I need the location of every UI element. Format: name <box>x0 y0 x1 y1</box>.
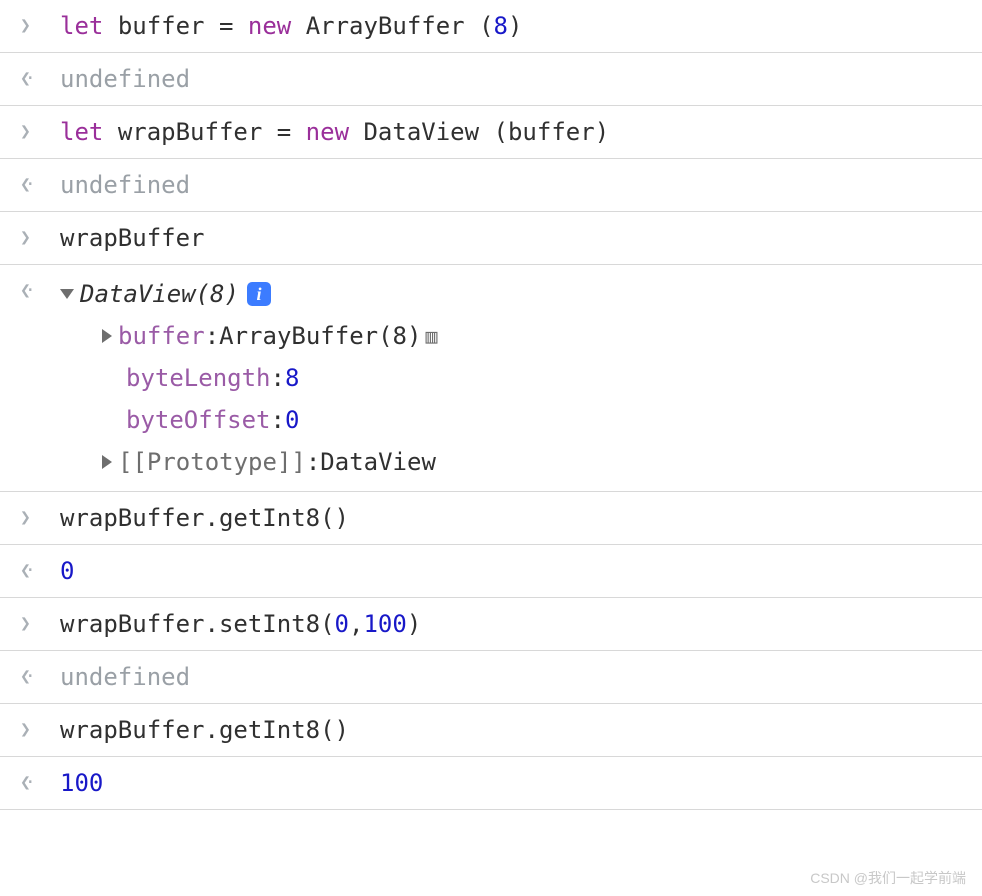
keyword-new: new <box>306 118 349 146</box>
input-marker-icon <box>20 712 60 740</box>
code-line: wrapBuffer <box>60 220 962 256</box>
output-marker-icon <box>20 553 60 581</box>
paren-open: ( <box>479 12 493 40</box>
constructor-name: ArrayBuffer <box>306 12 465 40</box>
operator-eq: = <box>277 118 306 146</box>
keyword-let: let <box>60 118 103 146</box>
keyword-new: new <box>248 12 291 40</box>
console-output-row: DataView(8) i buffer: ArrayBuffer(8) ▥ b… <box>0 265 982 492</box>
tree-head[interactable]: DataView(8) i <box>60 273 962 315</box>
input-marker-icon <box>20 220 60 248</box>
input-marker-icon <box>20 8 60 36</box>
number-value: 100 <box>60 765 962 801</box>
object-summary: DataView(8) <box>80 276 239 312</box>
prop-value: ArrayBuffer(8) <box>219 318 421 354</box>
tree-prop[interactable]: buffer: ArrayBuffer(8) ▥ <box>60 315 962 357</box>
memory-icon[interactable]: ▥ <box>425 321 437 351</box>
console-output-row: 100 <box>0 757 982 810</box>
console-input-row[interactable]: wrapBuffer <box>0 212 982 265</box>
tree-prop[interactable]: [[Prototype]]: DataView <box>60 441 962 483</box>
paren-open: ( <box>494 118 508 146</box>
code-line: let buffer = new ArrayBuffer (8) <box>60 8 962 44</box>
output-marker-icon <box>20 61 60 89</box>
undefined-value: undefined <box>60 61 962 97</box>
paren-open: ( <box>320 610 334 638</box>
identifier-arg: buffer <box>508 118 595 146</box>
input-marker-icon <box>20 500 60 528</box>
chevron-down-icon[interactable] <box>60 289 74 299</box>
console-output-row: undefined <box>0 651 982 704</box>
output-marker-icon <box>20 659 60 687</box>
output-marker-icon <box>20 167 60 195</box>
output-marker-icon <box>20 273 60 301</box>
identifier: wrapBuffer <box>118 118 263 146</box>
tree-prop: byteOffset: 0 <box>60 399 962 441</box>
comma: , <box>349 610 363 638</box>
prop-value: DataView <box>320 444 436 480</box>
object-tree: DataView(8) i buffer: ArrayBuffer(8) ▥ b… <box>60 273 962 483</box>
tree-prop: byteLength: 8 <box>60 357 962 399</box>
method-name: .setInt8 <box>205 610 321 638</box>
code-line: wrapBuffer.getInt8() <box>60 500 962 536</box>
prop-value: 0 <box>285 402 299 438</box>
console-input-row[interactable]: wrapBuffer.getInt8() <box>0 492 982 545</box>
paren-close: ) <box>407 610 421 638</box>
input-marker-icon <box>20 606 60 634</box>
console-output-row: 0 <box>0 545 982 598</box>
chevron-right-icon[interactable] <box>102 455 112 469</box>
prop-name: buffer <box>118 318 205 354</box>
code-line: wrapBuffer.getInt8() <box>60 712 962 748</box>
info-icon[interactable]: i <box>247 282 271 306</box>
watermark-text: CSDN @我们一起学前端 <box>810 868 966 888</box>
console-input-row[interactable]: wrapBuffer.setInt8(0,100) <box>0 598 982 651</box>
number-literal: 100 <box>363 610 406 638</box>
code-line: let wrapBuffer = new DataView (buffer) <box>60 114 962 150</box>
constructor-name: DataView <box>363 118 479 146</box>
identifier: buffer <box>118 12 205 40</box>
chevron-right-icon[interactable] <box>102 329 112 343</box>
console-output-row: undefined <box>0 159 982 212</box>
prop-name: [[Prototype]] <box>118 444 306 480</box>
code-line: wrapBuffer.setInt8(0,100) <box>60 606 962 642</box>
number-literal: 0 <box>335 610 349 638</box>
undefined-value: undefined <box>60 659 962 695</box>
number-literal: 8 <box>494 12 508 40</box>
prop-name: byteLength <box>126 360 271 396</box>
console-input-row[interactable]: let wrapBuffer = new DataView (buffer) <box>0 106 982 159</box>
input-marker-icon <box>20 114 60 142</box>
identifier: wrapBuffer <box>60 610 205 638</box>
output-marker-icon <box>20 765 60 793</box>
number-value: 0 <box>60 553 962 589</box>
undefined-value: undefined <box>60 167 962 203</box>
console-input-row[interactable]: let buffer = new ArrayBuffer (8) <box>0 0 982 53</box>
operator-eq: = <box>219 12 248 40</box>
prop-value: 8 <box>285 360 299 396</box>
keyword-let: let <box>60 12 103 40</box>
console-output-row: undefined <box>0 53 982 106</box>
paren-close: ) <box>508 12 522 40</box>
console-input-row[interactable]: wrapBuffer.getInt8() <box>0 704 982 757</box>
prop-name: byteOffset <box>126 402 271 438</box>
paren-close: ) <box>595 118 609 146</box>
